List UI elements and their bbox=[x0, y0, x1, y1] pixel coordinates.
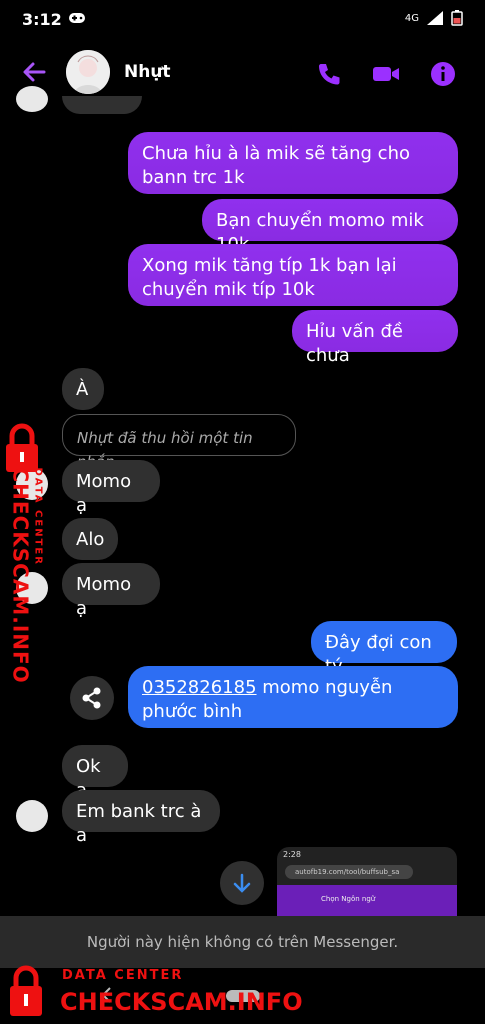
message-incoming[interactable]: Alo bbox=[62, 518, 118, 560]
contact-avatar[interactable] bbox=[66, 50, 110, 94]
arrow-down-icon bbox=[233, 873, 251, 893]
info-icon[interactable] bbox=[429, 60, 457, 88]
status-bar: 3:12 4G bbox=[0, 0, 485, 40]
thumbnail-menu-text: Chọn Ngôn ngữ bbox=[321, 895, 376, 903]
message-incoming[interactable]: À bbox=[62, 368, 104, 410]
contact-name[interactable]: Nhựt bbox=[124, 62, 171, 82]
scroll-to-bottom-button[interactable] bbox=[220, 861, 264, 905]
watermark-small-text: DATA CENTER bbox=[62, 968, 184, 983]
message-outgoing[interactable]: Hỉu vấn đề chưa bbox=[292, 310, 458, 366]
message-incoming[interactable]: Momo ạ bbox=[62, 563, 160, 619]
watermark-side: DATA CENTER CHECKSCAM.INFO bbox=[2, 420, 44, 684]
message-outgoing-with-link[interactable]: 0352826185 momo nguyễn phước bình bbox=[128, 666, 458, 728]
message-outgoing[interactable]: Bạn chuyển momo mik 10k bbox=[202, 199, 458, 255]
watermark-bottom: DATA CENTER CHECKSCAM.INFO bbox=[6, 962, 303, 1020]
message-outgoing[interactable]: Chưa hỉu à là mik sẽ tăng cho bann trc 1… bbox=[128, 132, 458, 194]
phone-number-link[interactable]: 0352826185 bbox=[142, 677, 257, 698]
message-incoming[interactable]: Em bank trc à a bbox=[62, 790, 220, 846]
watermark-big-text: CHECKSCAM.INFO bbox=[8, 467, 33, 684]
unavailable-banner: Người này hiện không có trên Messenger. bbox=[0, 916, 485, 968]
gamepad-icon bbox=[69, 13, 85, 23]
message-incoming[interactable]: Ok ạ bbox=[62, 745, 128, 801]
status-time: 3:12 bbox=[22, 10, 62, 29]
share-icon bbox=[82, 687, 101, 709]
battery-icon bbox=[451, 10, 463, 26]
message-outgoing[interactable]: Đây đợi con tý bbox=[311, 621, 457, 677]
back-arrow-icon[interactable] bbox=[20, 58, 48, 86]
video-call-icon[interactable] bbox=[371, 60, 401, 88]
contact-avatar-small[interactable] bbox=[16, 800, 48, 832]
signal-icon bbox=[427, 11, 443, 25]
message-bubble-partial bbox=[62, 96, 142, 114]
thumbnail-time: 2:28 bbox=[283, 850, 301, 859]
share-button[interactable] bbox=[70, 676, 114, 720]
chat-header: Nhựt bbox=[0, 48, 485, 100]
message-outgoing[interactable]: Xong mik tăng típ 1k bạn lại chuyển mik … bbox=[128, 244, 458, 306]
phone-call-icon[interactable] bbox=[315, 60, 343, 88]
watermark-small-text: DATA CENTER bbox=[32, 467, 44, 566]
network-label: 4G bbox=[404, 12, 419, 24]
image-attachment[interactable]: 2:28 autofb19.com/tool/buffsub_sa Chọn N… bbox=[277, 847, 457, 917]
thumbnail-url: autofb19.com/tool/buffsub_sa bbox=[285, 865, 413, 879]
recalled-message-notice: Nhựt đã thu hồi một tin nhắn bbox=[62, 414, 296, 471]
contact-avatar-small bbox=[16, 86, 48, 112]
message-incoming[interactable]: Momo ạ bbox=[62, 460, 160, 516]
watermark-big-text: CHECKSCAM.INFO bbox=[60, 988, 303, 1016]
padlock-icon bbox=[10, 965, 42, 1016]
